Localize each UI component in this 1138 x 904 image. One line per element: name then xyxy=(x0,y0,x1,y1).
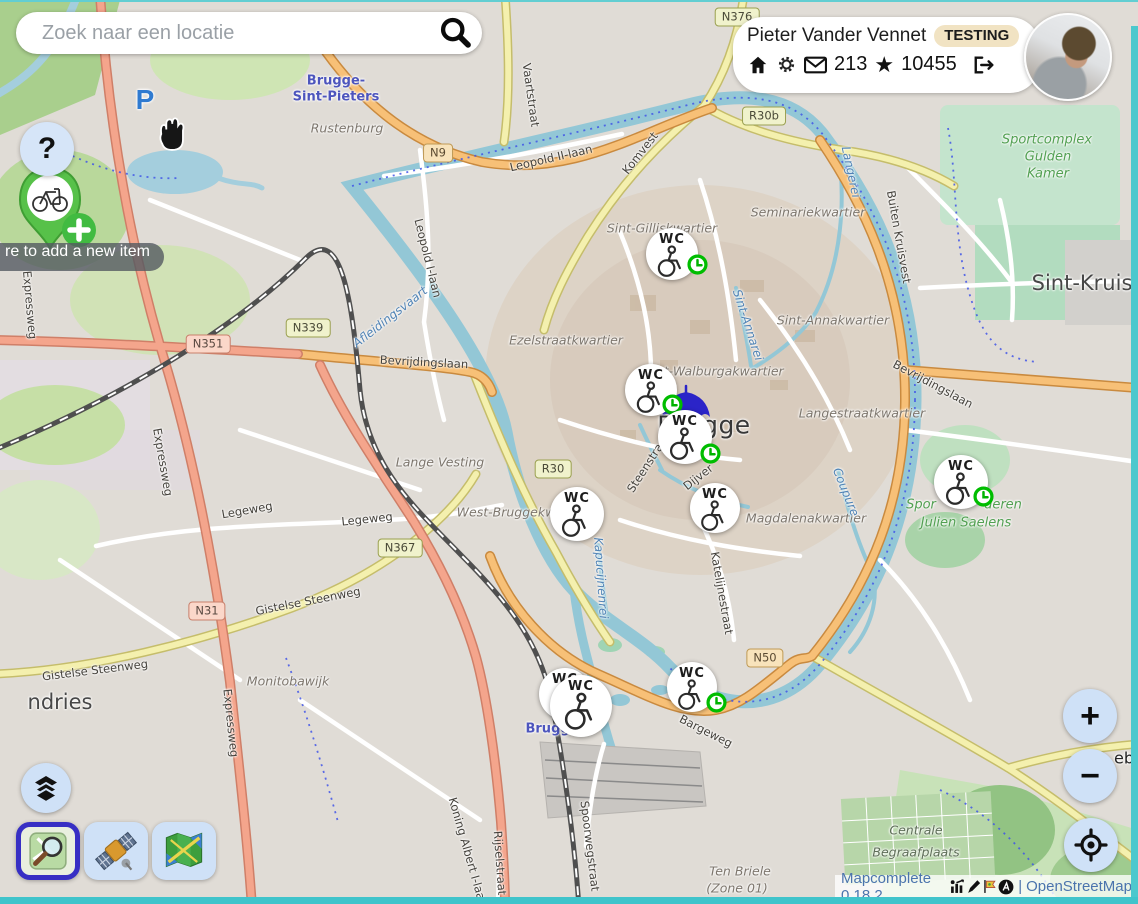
zoom-in-button[interactable]: + xyxy=(1063,689,1117,743)
gear-icon[interactable] xyxy=(776,54,797,75)
message-count: 213 xyxy=(834,53,867,76)
wheelchair-icon xyxy=(673,678,704,711)
wheelchair-icon xyxy=(696,499,727,532)
toilet-marker[interactable]: WC xyxy=(550,675,612,737)
wheelchair-icon xyxy=(556,503,590,538)
mapcomplete-app: PBrugge-Sint-PietersRustenburgVaartstraa… xyxy=(0,0,1138,904)
page-border-right xyxy=(1131,26,1138,904)
background-osm-button[interactable] xyxy=(16,822,80,880)
toilet-marker[interactable]: WC xyxy=(625,364,677,416)
search-input[interactable] xyxy=(40,21,438,46)
background-style-row xyxy=(16,822,216,880)
layers-button[interactable] xyxy=(21,763,71,813)
attribution-bar: Mapcomplete 0.18.2 | OpenStreetMap xyxy=(835,875,1138,898)
wheelchair-icon xyxy=(631,380,664,414)
attribution-icons xyxy=(950,879,1014,895)
opening-hours-clock-icon xyxy=(686,253,709,276)
star-icon: ★ xyxy=(874,54,894,76)
wheelchair-icon xyxy=(652,244,685,278)
badge-icon[interactable] xyxy=(998,879,1014,895)
toilet-marker[interactable]: WC xyxy=(550,487,604,541)
geolocate-icon xyxy=(1074,828,1108,862)
flag-icon[interactable] xyxy=(982,879,997,894)
help-button[interactable]: ? xyxy=(20,122,74,176)
toilet-marker[interactable]: WC xyxy=(658,410,712,464)
osm-link[interactable]: OpenStreetMap xyxy=(1026,878,1132,895)
user-name: Pieter Vander Vennet xyxy=(747,25,926,47)
page-border-top xyxy=(0,0,1138,2)
help-label: ? xyxy=(38,132,56,166)
toilet-marker[interactable]: WC xyxy=(934,455,988,509)
search-bar xyxy=(16,12,482,54)
satellite-icon xyxy=(94,829,138,873)
edit-pencil-icon[interactable] xyxy=(966,879,981,894)
background-satellite-button[interactable] xyxy=(84,822,148,880)
mail-icon[interactable] xyxy=(804,56,827,74)
hand-cursor-icon xyxy=(150,113,186,160)
search-icon[interactable] xyxy=(438,16,472,50)
zoom-in-label: + xyxy=(1080,699,1100,733)
opening-hours-clock-icon xyxy=(699,442,722,465)
zoom-out-label: − xyxy=(1080,759,1100,793)
wheelchair-icon xyxy=(558,691,597,731)
logout-icon[interactable] xyxy=(972,54,996,76)
osm-map-icon xyxy=(27,830,69,872)
testing-badge: TESTING xyxy=(934,25,1019,47)
attribution-separator: | xyxy=(1018,878,1022,895)
toilet-marker[interactable]: WC xyxy=(667,662,717,712)
layers-icon xyxy=(31,773,61,803)
opening-hours-clock-icon xyxy=(705,691,728,714)
changeset-count: 10455 xyxy=(901,53,957,76)
user-panel[interactable]: Pieter Vander Vennet TESTING 213 ★ 10455 xyxy=(733,17,1040,93)
pin-circle xyxy=(27,175,73,221)
wheelchair-icon xyxy=(940,471,974,506)
background-map-button[interactable] xyxy=(152,822,216,880)
stats-icon[interactable] xyxy=(950,879,965,894)
home-icon[interactable] xyxy=(747,54,769,76)
user-avatar[interactable] xyxy=(1024,13,1112,101)
zoom-out-button[interactable]: − xyxy=(1063,749,1117,803)
folded-map-icon xyxy=(162,829,206,873)
add-item-tooltip: re to add a new item xyxy=(0,243,164,271)
opening-hours-clock-icon xyxy=(972,485,995,508)
toilet-marker[interactable]: WC xyxy=(690,483,740,533)
page-border-bottom xyxy=(0,897,1138,904)
geolocate-button[interactable] xyxy=(1064,818,1118,872)
wheelchair-icon xyxy=(664,426,698,461)
toilet-marker[interactable]: WC xyxy=(646,228,698,280)
